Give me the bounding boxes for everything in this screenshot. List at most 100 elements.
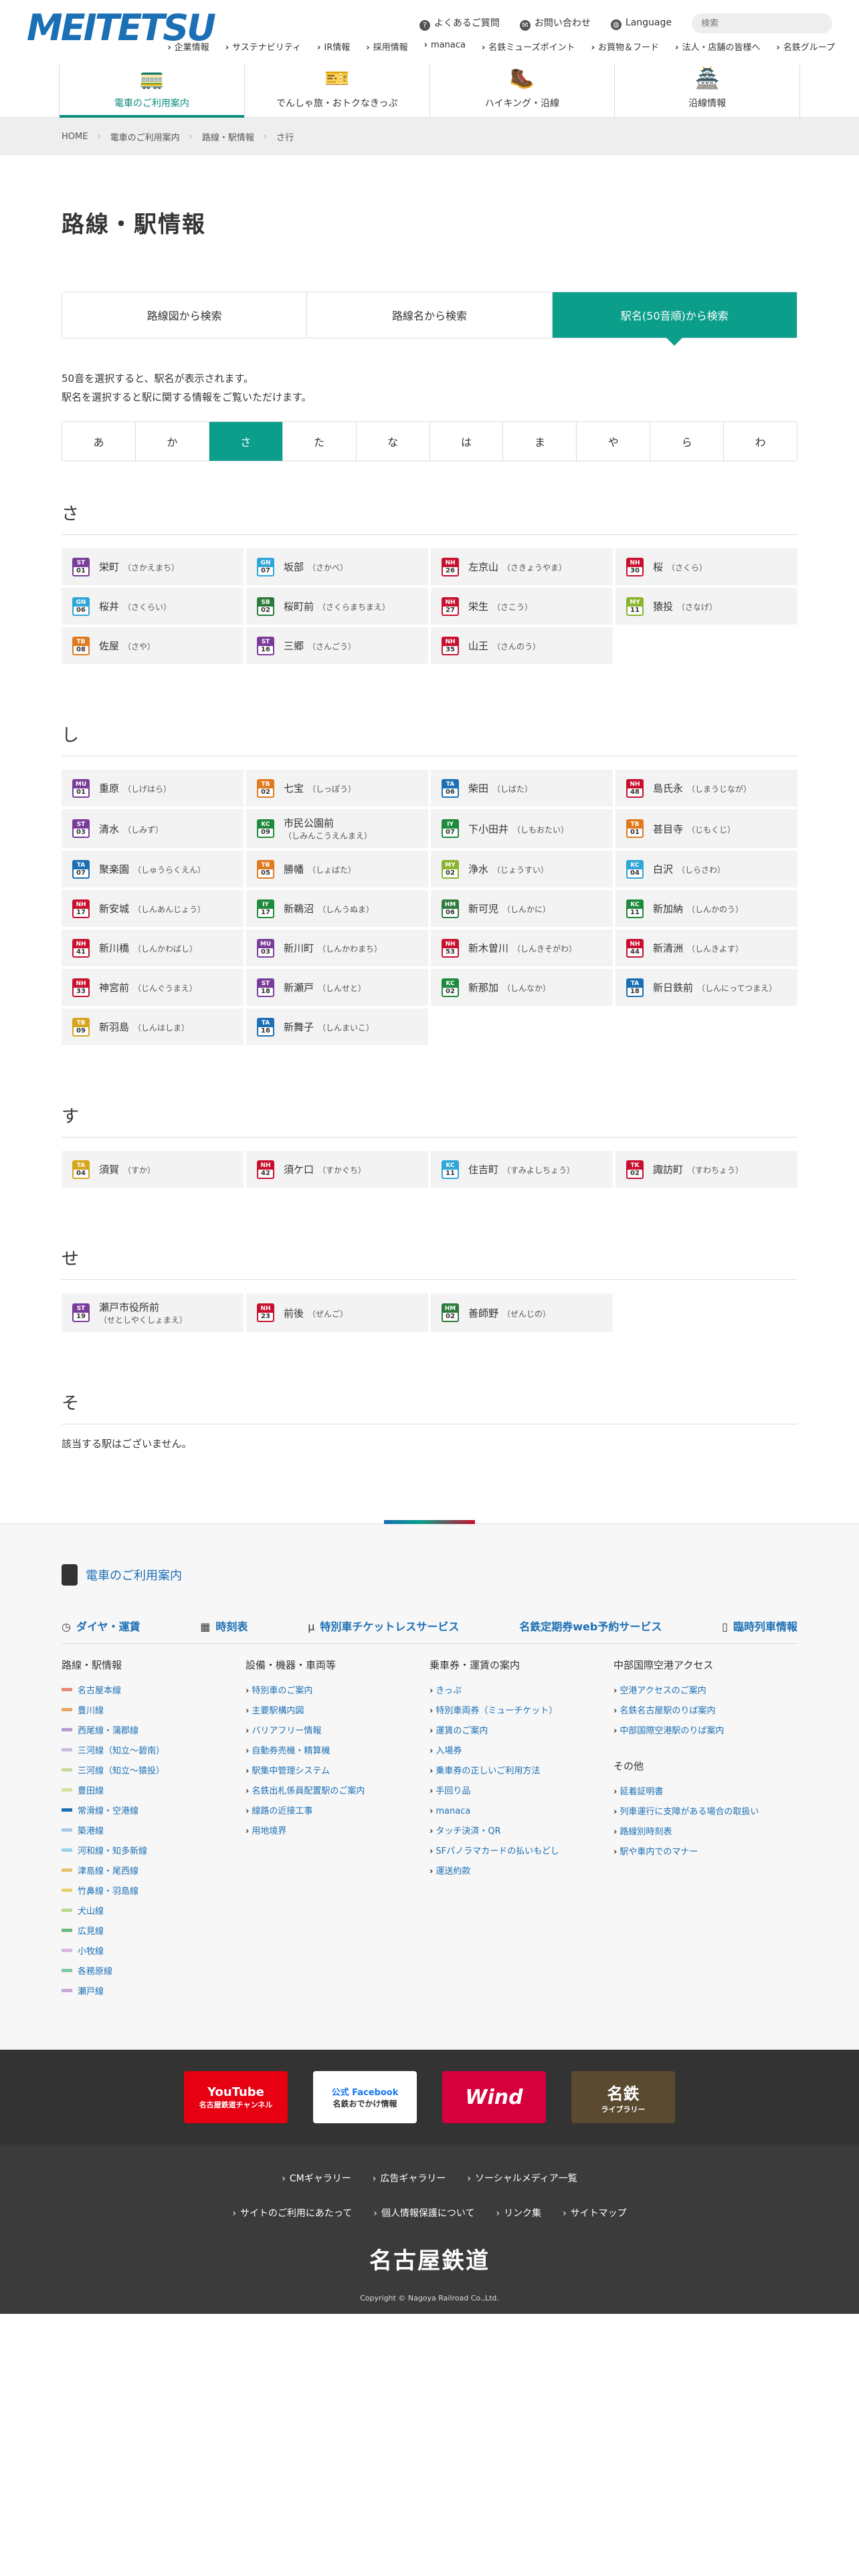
kana-sa[interactable]: さ [209,422,283,461]
station-item[interactable]: HM 06 新可児 （しんかに） [431,890,613,927]
footer-link[interactable]: 空港アクセスのご案内 [613,1681,797,1701]
footer-link[interactable]: 運賃のご案内 [430,1721,613,1741]
footer-link[interactable]: 名鉄名古屋駅のりば案内 [613,1701,797,1721]
tab-station-search[interactable]: 駅名(50音順)から検索 [552,292,797,346]
subnav-item[interactable]: サステナビリティ [225,40,301,53]
search-input[interactable] [692,13,832,33]
footer-link[interactable]: 延着証明書 [613,1782,797,1802]
station-item[interactable]: NH 44 新清洲 （しんきよす） [615,930,797,966]
ad-gallery-link[interactable]: 広告ギャラリー [373,2171,446,2185]
station-item[interactable]: TB 08 佐屋 （さや） [62,627,244,664]
kana-ka[interactable]: か [136,422,209,461]
footer-title[interactable]: 電車のご利用案内 [62,1564,182,1586]
kana-ma[interactable]: ま [503,422,577,461]
station-item[interactable]: NH 48 島氏永 （しまうじなが） [615,770,797,807]
footer-link[interactable]: manaca [430,1802,613,1822]
footer-link[interactable]: 用地境界 [246,1822,430,1842]
line-link[interactable]: 西尾線・蒲郡線 [62,1721,246,1741]
line-link[interactable]: 豊田線 [62,1782,246,1802]
pass-reservation-link[interactable]: 名鉄定期券web予約サービス [519,1618,662,1634]
line-link[interactable]: 各務原線 [62,1962,246,1982]
station-item[interactable]: TA 07 聚楽園 （しゅうらくえん） [62,851,244,887]
links-link[interactable]: リンク集 [496,2206,541,2220]
footer-link[interactable]: 中部国際空港駅のりば案内 [613,1721,797,1741]
line-link[interactable]: 瀬戸線 [62,1982,246,2002]
station-item[interactable]: GN 07 坂部 （さかべ） [246,548,428,585]
station-item[interactable]: IY 07 下小田井 （しもおたい） [431,809,613,848]
footer-link[interactable]: 路線別時刻表 [613,1822,797,1842]
kana-wa[interactable]: わ [724,422,797,461]
station-item[interactable]: NH 26 左京山 （さきょうやま） [431,548,613,585]
footer-link[interactable]: タッチ決済・QR [430,1822,613,1842]
fare-link[interactable]: ◷ ダイヤ・運賃 [62,1618,140,1634]
station-item[interactable]: TB 01 甚目寺 （じもくじ） [615,809,797,848]
station-item[interactable]: MY 02 浄水 （じょうすい） [431,851,613,887]
footer-link[interactable]: 駅や車内でのマナー [613,1842,797,1862]
timetable-link[interactable]: ▦ 時刻表 [200,1618,248,1634]
footer-link[interactable]: 自動券売機・精算機 [246,1741,430,1761]
cm-gallery-link[interactable]: CMギャラリー [282,2171,351,2185]
station-item[interactable]: TB 09 新羽島 （しんはしま） [62,1008,244,1045]
station-item[interactable]: ST 19 瀬戸市役所前 （せとしやくしょまえ） [62,1293,244,1332]
ticketless-link[interactable]: μ 特別車チケットレスサービス [308,1618,459,1634]
subnav-item[interactable]: 法人・店舗の皆様へ [675,40,760,53]
station-item[interactable]: NH 41 新川橋 （しんかわばし） [62,930,244,966]
footer-link[interactable]: 特別車両券（ミューチケット） [430,1701,613,1721]
kana-ha[interactable]: は [430,422,504,461]
tab-map-search[interactable]: 路線図から検索 [62,292,308,338]
line-link[interactable]: 竹鼻線・羽島線 [62,1882,246,1902]
kana-na[interactable]: な [357,422,430,461]
line-link[interactable]: 常滑線・空港線 [62,1802,246,1822]
contact-link[interactable]: ✉ お問い合わせ [519,16,591,31]
tab-line-search[interactable]: 路線名から検索 [307,292,553,338]
line-link[interactable]: 築港線 [62,1822,246,1842]
subnav-item[interactable]: IR情報 [317,40,350,53]
subnav-item[interactable]: 名鉄グループ [776,40,835,53]
station-item[interactable]: HM 02 善師野 （ぜんじの） [431,1293,613,1332]
gnav-area-info[interactable]: 🏯 沿線情報 [614,64,800,118]
company-name-logo[interactable]: 名古屋鉄道 [0,2242,859,2275]
line-link[interactable]: 三河線（知立〜猿投） [62,1761,246,1782]
sitemap-link[interactable]: サイトマップ [563,2206,627,2220]
subnav-item[interactable]: 企業情報 [167,40,209,53]
breadcrumb-item[interactable]: 電車のご利用案内 [110,130,180,143]
youtube-banner[interactable]: YouTube 名古屋鉄道チャンネル [184,2071,288,2123]
station-item[interactable]: NH 42 須ケ口 （すかぐち） [246,1151,428,1188]
library-banner[interactable]: 名鉄 ライブラリー [571,2071,675,2123]
subnav-item[interactable]: 採用情報 [366,40,408,53]
line-link[interactable]: 名古屋本線 [62,1681,246,1701]
line-link[interactable]: 津島線・尾西線 [62,1862,246,1882]
language-link[interactable]: ◍ Language [610,17,672,30]
station-item[interactable]: NH 23 前後 （ぜんご） [246,1293,428,1332]
terms-link[interactable]: サイトのご利用にあたって [232,2206,352,2220]
line-link[interactable]: 河和線・知多新線 [62,1842,246,1862]
subnav-item[interactable]: manaca [424,40,466,53]
station-item[interactable]: NH 33 神宮前 （じんぐうまえ） [62,969,244,1006]
breadcrumb-home[interactable]: HOME [62,132,88,142]
station-item[interactable]: TK 02 諏訪町 （すわちょう） [615,1151,797,1188]
footer-link[interactable]: 乗車券の正しいご利用方法 [430,1761,613,1782]
station-item[interactable]: ST 18 新瀬戸 （しんせと） [246,969,428,1006]
station-item[interactable]: TA 16 新舞子 （しんまいこ） [246,1008,428,1045]
footer-link[interactable]: 線路の近接工事 [246,1802,430,1822]
station-item[interactable]: ST 16 三郷 （さんごう） [246,627,428,664]
subnav-item[interactable]: お買物＆フード [591,40,659,53]
gnav-hiking[interactable]: 🥾 ハイキング・沿線 [429,64,615,118]
station-item[interactable]: KC 02 新那加 （しんなか） [431,969,613,1006]
footer-link[interactable]: バリアフリー情報 [246,1721,430,1741]
special-train-link[interactable]: ▯ 臨時列車情報 [722,1618,797,1634]
station-item[interactable]: MY 11 猿投 （さなげ） [615,588,797,625]
footer-link[interactable]: 特別車のご案内 [246,1681,430,1701]
footer-link[interactable]: 入場券 [430,1741,613,1761]
kana-a[interactable]: あ [62,422,136,461]
line-link[interactable]: 犬山線 [62,1902,246,1922]
station-item[interactable]: KC 11 新加納 （しんかのう） [615,890,797,927]
station-item[interactable]: NH 30 桜（さくら） [615,548,797,585]
station-item[interactable]: SB 02 桜町前 （さくらまちまえ） [246,588,428,625]
footer-link[interactable]: 主要駅構内図 [246,1701,430,1721]
station-item[interactable]: GN 06 桜井 （さくらい） [62,588,244,625]
footer-link[interactable]: 運送約款 [430,1862,613,1882]
station-item[interactable]: KC 09 市民公園前 （しみんこうえんまえ） [246,809,428,848]
subnav-item[interactable]: 名鉄ミューズポイント [482,40,575,53]
footer-link[interactable]: 手回り品 [430,1782,613,1802]
